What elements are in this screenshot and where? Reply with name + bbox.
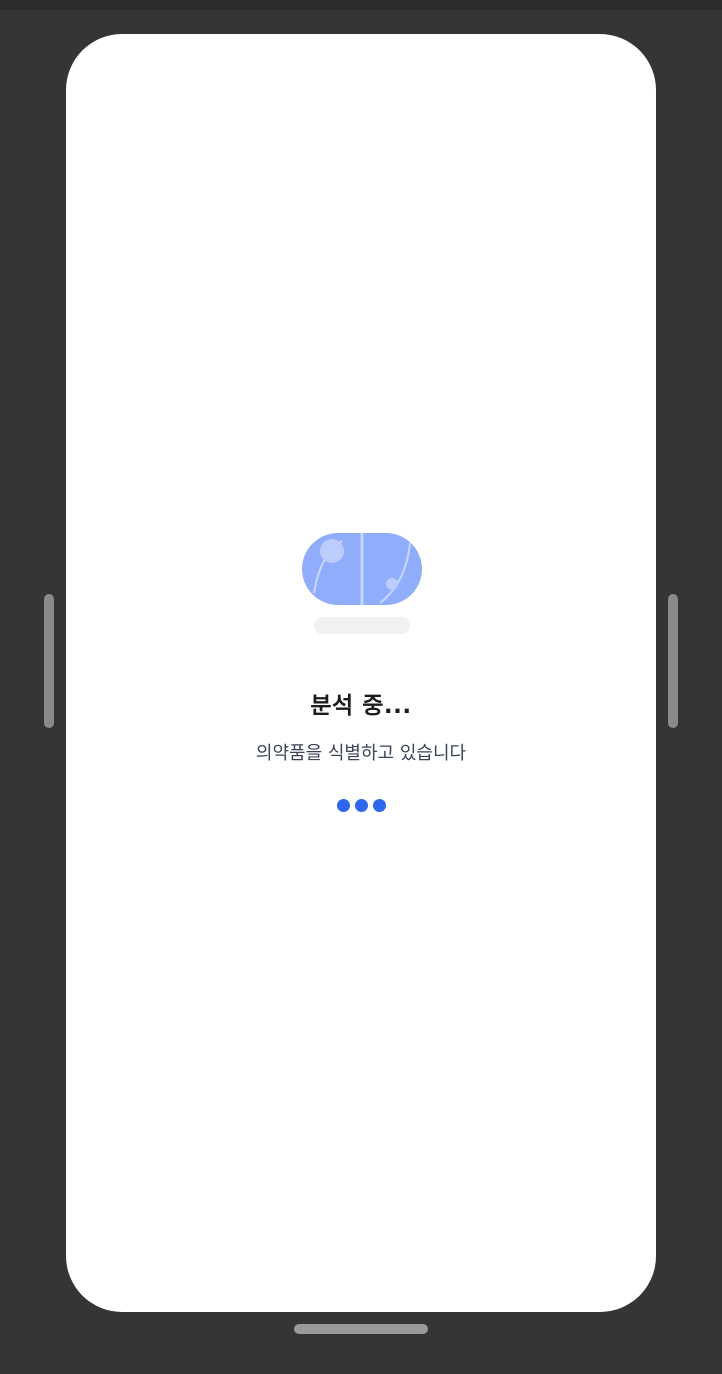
pill-illustration [302,533,422,637]
right-side-button [668,594,678,728]
loading-dots-icon [337,799,387,813]
loading-dot [355,799,368,812]
analysis-subtitle: 의약품을 식별하고 있습니다 [255,743,467,764]
pill-shadow [314,617,410,634]
top-bar [0,0,722,10]
home-indicator[interactable] [294,1324,428,1334]
loading-dot [373,799,386,812]
analysis-title: 분석 중... [310,693,412,719]
app-screen: 분석 중... 의약품을 식별하고 있습니다 [66,34,656,1312]
loading-dot [337,799,350,812]
left-side-button [44,594,54,728]
pill-icon [302,533,422,605]
